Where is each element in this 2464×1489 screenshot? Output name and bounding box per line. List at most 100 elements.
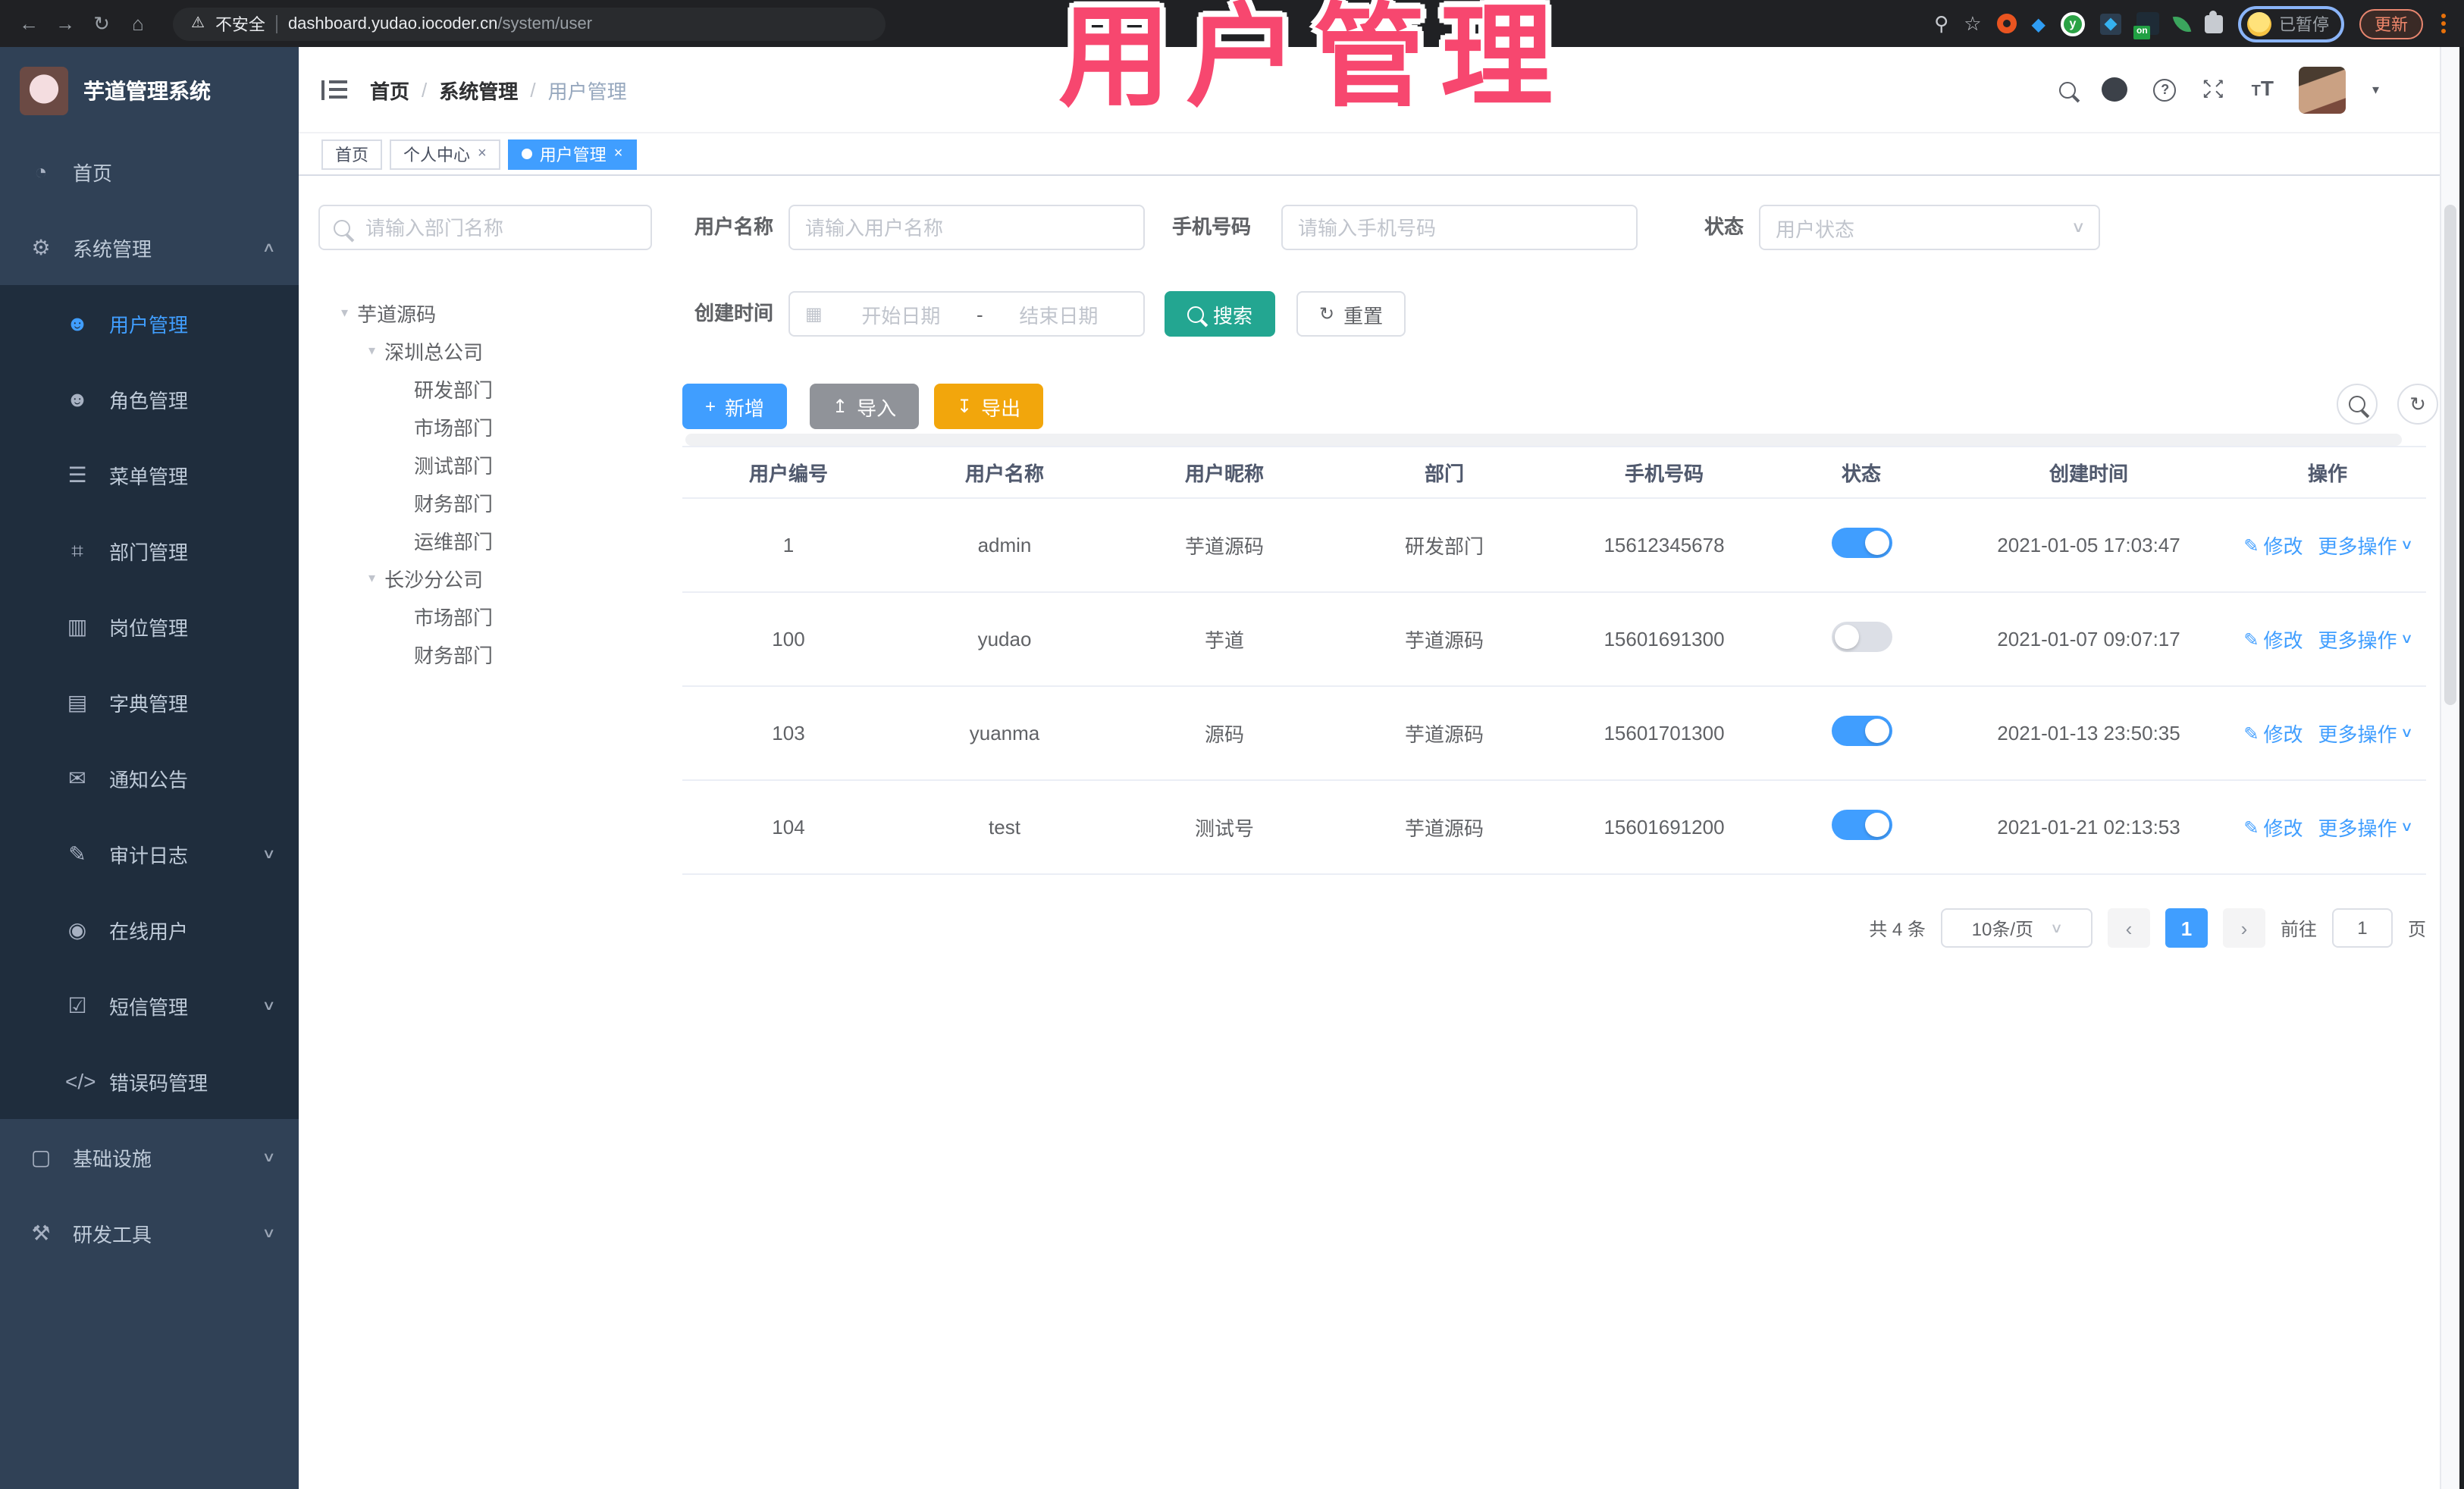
tree-node-dept[interactable]: 市场部门: [414, 597, 493, 635]
scrollbar-thumb[interactable]: [2444, 205, 2456, 705]
caret-down-icon[interactable]: ▾: [2372, 81, 2379, 98]
font-size-icon[interactable]: TT: [2252, 76, 2274, 103]
chevron-up-icon: ∧: [262, 239, 277, 254]
address-bar[interactable]: ⚠ 不安全 dashboard.yudao.iocoder.cn/system/…: [173, 7, 886, 40]
browser-profile-chip[interactable]: 已暂停: [2238, 5, 2344, 42]
dept-search-input[interactable]: [318, 205, 652, 250]
window-scrollbar[interactable]: [2440, 47, 2459, 1489]
github-icon[interactable]: [2102, 77, 2128, 102]
reset-button[interactable]: ↻ 重置: [1296, 291, 1406, 337]
breadcrumb-home[interactable]: 首页: [370, 75, 409, 104]
import-button[interactable]: ↥ 导入: [810, 384, 920, 429]
sidebar-item-user-mgmt[interactable]: ☻ 用户管理: [0, 285, 299, 361]
table-header-row: 用户编号 用户名称 用户昵称 部门 手机号码 状态 创建时间 操作: [682, 446, 2426, 499]
extension-drop-icon[interactable]: ◆: [2032, 13, 2045, 34]
sidebar-item-dict-mgmt[interactable]: ▤ 字典管理: [0, 664, 299, 740]
tree-expand-icon[interactable]: ▾: [368, 343, 375, 359]
browser-forward-icon[interactable]: →: [55, 12, 76, 35]
sidebar-toggle-icon[interactable]: [321, 80, 347, 99]
prev-page-button[interactable]: ‹: [2107, 908, 2150, 948]
edit-link[interactable]: ✎ 修改: [2243, 719, 2303, 748]
status-select[interactable]: 用户状态 ∨: [1759, 205, 2100, 250]
add-button[interactable]: + 新增: [682, 384, 788, 429]
users-icon: ☻: [66, 387, 89, 411]
mobile-input[interactable]: [1281, 205, 1638, 250]
goto-page-input[interactable]: [2331, 908, 2393, 948]
tab-home[interactable]: 首页: [321, 139, 382, 169]
extensions-puzzle-icon[interactable]: [2205, 10, 2223, 33]
tab-close-icon[interactable]: ×: [478, 146, 487, 162]
sidebar-item-sms-mgmt[interactable]: ☑ 短信管理 ∨: [0, 967, 299, 1043]
export-button[interactable]: ↧ 导出: [934, 384, 1044, 429]
page-1-button[interactable]: 1: [2165, 908, 2208, 948]
extension-y-icon[interactable]: y: [2061, 11, 2085, 36]
next-page-button[interactable]: ›: [2222, 908, 2265, 948]
security-label[interactable]: 不安全: [215, 11, 265, 36]
logo-row[interactable]: 芋道管理系统: [0, 47, 299, 133]
tree-expand-icon[interactable]: ▾: [368, 570, 375, 587]
sidebar-item-error-code[interactable]: </> 错误码管理: [0, 1043, 299, 1119]
tree-node-branch[interactable]: ▾ 长沙分公司: [368, 560, 483, 597]
refresh-circle-button[interactable]: ↻: [2397, 384, 2438, 425]
more-actions-link[interactable]: 更多操作 ∨: [2318, 625, 2412, 654]
tab-close-icon[interactable]: ×: [614, 146, 623, 162]
sidebar-item-system[interactable]: ⚙ 系统管理 ∧: [0, 209, 299, 285]
show-search-circle-button[interactable]: [2337, 384, 2378, 425]
url-text[interactable]: dashboard.yudao.iocoder.cn/system/user: [288, 14, 592, 33]
breadcrumb-current: 用户管理: [547, 80, 627, 102]
sidebar-item-infrastructure[interactable]: ▢ 基础设施 ∨: [0, 1119, 299, 1195]
fullscreen-icon[interactable]: ↖↗ ↙↘: [2202, 78, 2226, 101]
tab-user-mgmt[interactable]: 用户管理 ×: [507, 139, 637, 169]
tree-expand-icon[interactable]: ▾: [341, 305, 348, 321]
extension-leaf-icon[interactable]: [2172, 13, 2192, 34]
sidebar-item-post-mgmt[interactable]: ▥ 岗位管理: [0, 588, 299, 664]
search-button[interactable]: 搜索: [1165, 291, 1276, 337]
more-actions-link[interactable]: 更多操作 ∨: [2318, 719, 2412, 748]
sidebar-item-dev-tools[interactable]: ⚒ 研发工具 ∨: [0, 1195, 299, 1271]
tree-node-dept[interactable]: 财务部门: [414, 635, 493, 673]
extension-ubuntu-icon[interactable]: [1996, 14, 2017, 33]
browser-menu-icon[interactable]: [2441, 14, 2446, 33]
tab-profile[interactable]: 个人中心 ×: [390, 139, 500, 169]
bookmark-star-icon[interactable]: ☆: [1964, 11, 1981, 36]
sidebar-item-audit-log[interactable]: ✎ 审计日志 ∨: [0, 816, 299, 892]
page-size-select[interactable]: 10条/页 ∨: [1940, 908, 2093, 948]
tree-node-company[interactable]: ▾ 深圳总公司: [368, 332, 483, 370]
edit-link[interactable]: ✎ 修改: [2243, 813, 2303, 842]
status-toggle[interactable]: [1831, 622, 1892, 652]
tree-node-dept[interactable]: 运维部门: [414, 522, 493, 560]
edit-link[interactable]: ✎ 修改: [2243, 625, 2303, 654]
status-toggle[interactable]: [1831, 810, 1892, 840]
browser-update-button[interactable]: 更新: [2359, 8, 2423, 39]
sidebar-item-home[interactable]: ◔ 首页: [0, 133, 299, 209]
edit-link[interactable]: ✎ 修改: [2243, 531, 2303, 560]
more-actions-link[interactable]: 更多操作 ∨: [2318, 813, 2412, 842]
tree-node-dept[interactable]: 测试部门: [414, 446, 493, 484]
table-horizontal-scrollbar[interactable]: [685, 434, 2402, 446]
sidebar-item-role-mgmt[interactable]: ☻ 角色管理: [0, 361, 299, 437]
extension-grid-icon[interactable]: [2100, 13, 2121, 34]
search-icon[interactable]: [2059, 81, 2077, 98]
code-icon: </>: [65, 1069, 96, 1093]
sidebar-item-menu-mgmt[interactable]: ☰ 菜单管理: [0, 437, 299, 513]
browser-reload-icon[interactable]: ↻: [91, 11, 112, 36]
tree-node-root[interactable]: ▾ 芋道源码: [341, 294, 436, 332]
sidebar-item-dept-mgmt[interactable]: ⌗ 部门管理: [0, 513, 299, 588]
browser-back-icon[interactable]: ←: [18, 12, 39, 35]
extension-switch-icon[interactable]: on: [2133, 12, 2159, 39]
sidebar-item-online-users[interactable]: ◉ 在线用户: [0, 892, 299, 967]
password-key-icon[interactable]: ⚲: [1934, 11, 1948, 36]
tree-node-dept[interactable]: 研发部门: [414, 370, 493, 408]
user-avatar[interactable]: [2299, 66, 2346, 113]
breadcrumb-system[interactable]: 系统管理: [439, 75, 518, 104]
tree-node-dept[interactable]: 财务部门: [414, 484, 493, 522]
date-range-picker[interactable]: ▦ 开始日期 - 结束日期: [788, 291, 1145, 337]
sidebar-item-notice[interactable]: ✉ 通知公告: [0, 740, 299, 816]
help-icon[interactable]: ?: [2153, 78, 2177, 101]
browser-home-icon[interactable]: ⌂: [127, 12, 149, 35]
status-toggle[interactable]: [1831, 528, 1892, 558]
more-actions-link[interactable]: 更多操作 ∨: [2318, 531, 2412, 560]
tree-node-dept[interactable]: 市场部门: [414, 408, 493, 446]
status-toggle[interactable]: [1831, 716, 1892, 746]
username-input[interactable]: [788, 205, 1145, 250]
